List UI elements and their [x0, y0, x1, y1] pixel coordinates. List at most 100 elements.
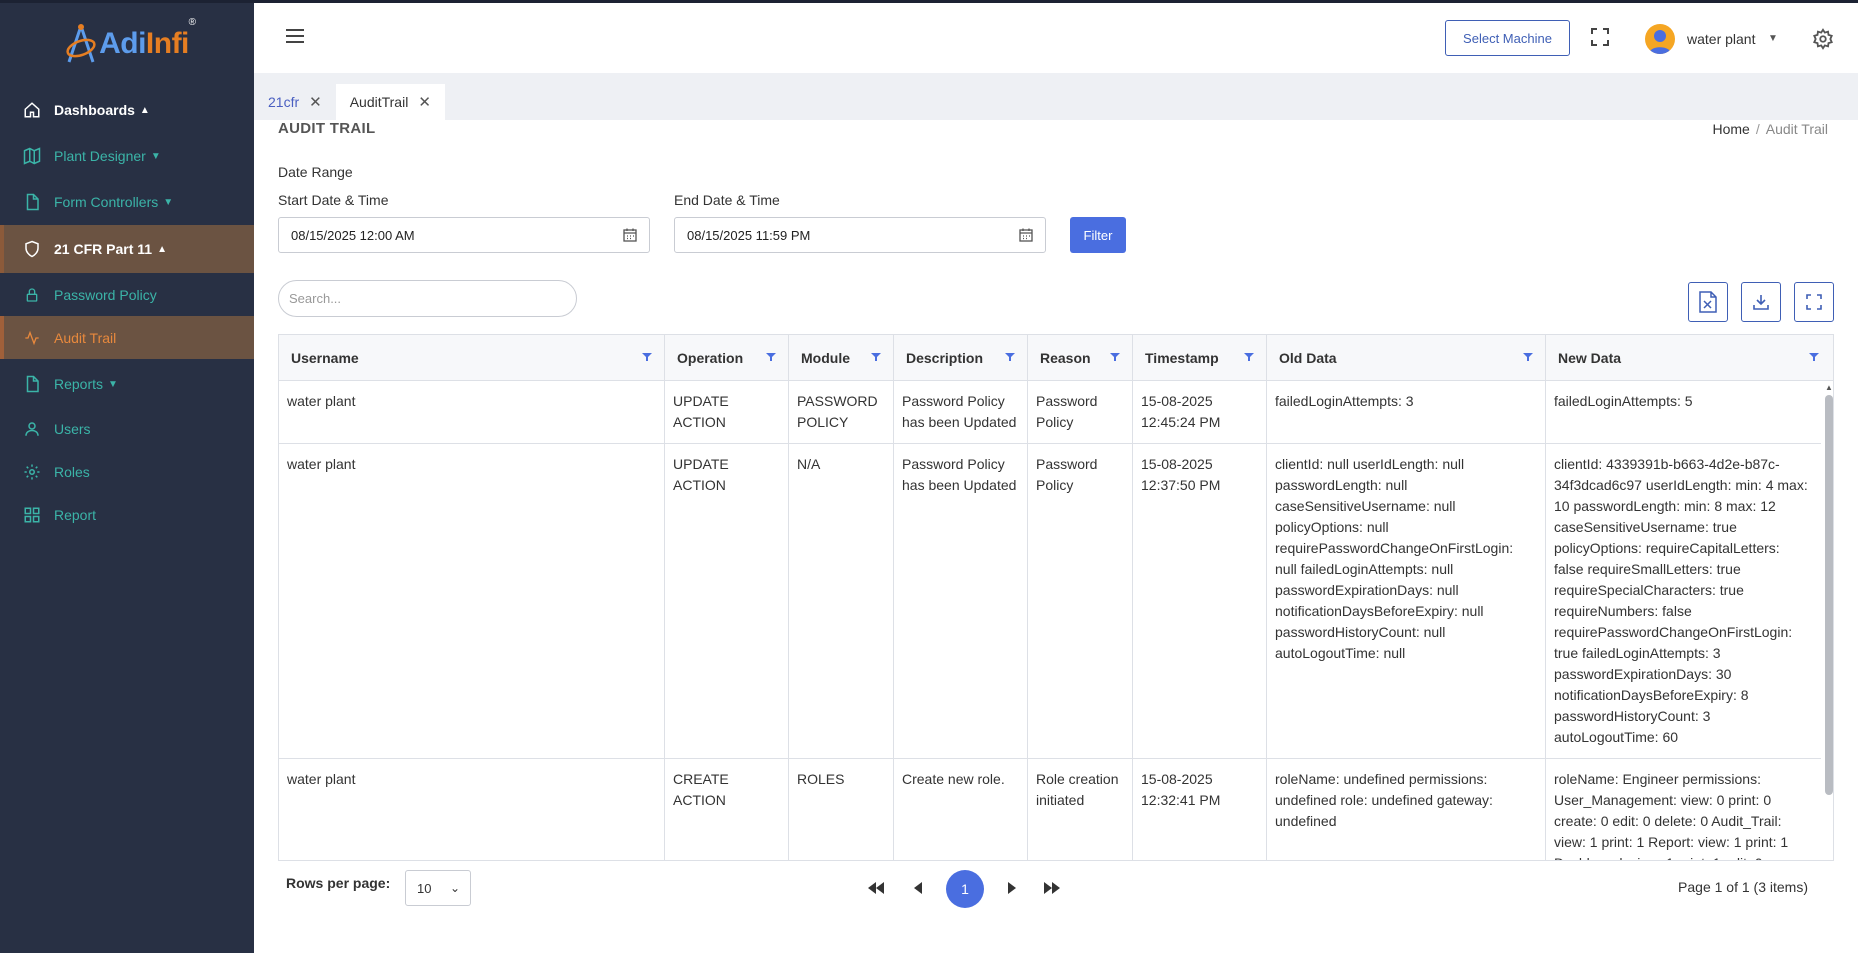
download-button[interactable] — [1741, 282, 1781, 322]
sidebar-item-form-controllers[interactable]: Form Controllers ▼ — [0, 179, 254, 225]
prev-page-button[interactable] — [903, 873, 933, 903]
table-header: Username Operation Module Description Re… — [279, 335, 1833, 381]
search-input[interactable] — [278, 280, 577, 317]
close-icon[interactable]: ✕ — [418, 93, 431, 111]
filter-icon[interactable] — [1005, 353, 1015, 361]
column-header-username[interactable]: Username — [279, 335, 665, 381]
cell-module: PASSWORD POLICY — [789, 381, 894, 443]
tab-bar: 21cfr ✕ AuditTrail ✕ — [254, 84, 445, 120]
date-range-label: Date Range — [278, 164, 353, 180]
lock-icon — [22, 285, 42, 305]
cell-old-data: failedLoginAttempts: 3 — [1267, 381, 1546, 443]
fullscreen-icon[interactable] — [1590, 27, 1610, 47]
cell-reason: Password Policy — [1028, 444, 1133, 758]
sidebar-item-roles[interactable]: Roles — [0, 450, 254, 493]
breadcrumb-current: Audit Trail — [1765, 121, 1828, 137]
chevron-up-icon: ▲ — [157, 243, 167, 255]
page-number-current[interactable]: 1 — [946, 870, 984, 908]
column-header-old-data[interactable]: Old Data — [1267, 335, 1546, 381]
cell-timestamp: 15-08-2025 12:37:50 PM — [1133, 444, 1267, 758]
filter-icon[interactable] — [1523, 353, 1533, 361]
sidebar-item-password-policy[interactable]: Password Policy — [0, 273, 254, 316]
calendar-icon[interactable] — [623, 228, 637, 242]
start-date-label: Start Date & Time — [278, 192, 389, 208]
scroll-up-icon[interactable]: ▲ — [1825, 383, 1833, 392]
rows-per-page-label: Rows per page: — [286, 875, 391, 891]
filter-icon[interactable] — [1809, 353, 1819, 361]
cell-reason: Password Policy — [1028, 381, 1133, 443]
first-page-button[interactable] — [861, 873, 891, 903]
cell-username: water plant — [279, 381, 665, 443]
export-excel-button[interactable] — [1688, 282, 1728, 322]
double-chevron-right-icon — [1044, 882, 1060, 894]
sidebar-item-dashboards[interactable]: Dashboards ▲ — [0, 87, 254, 133]
tab-audittrail[interactable]: AuditTrail ✕ — [335, 84, 445, 120]
filter-icon[interactable] — [1110, 353, 1120, 361]
cell-module: N/A — [789, 444, 894, 758]
cell-operation: UPDATE ACTION — [665, 381, 789, 443]
column-header-new-data[interactable]: New Data — [1546, 335, 1831, 381]
avatar[interactable] — [1645, 24, 1675, 54]
column-header-operation[interactable]: Operation — [665, 335, 789, 381]
calendar-icon[interactable] — [1019, 228, 1033, 242]
app-logo[interactable]: AdiInfi ® — [0, 3, 254, 85]
settings-gear-icon[interactable] — [1812, 28, 1834, 50]
close-icon[interactable]: ✕ — [309, 93, 322, 111]
sidebar-item-plant-designer[interactable]: Plant Designer ▼ — [0, 133, 254, 179]
map-icon — [22, 146, 42, 166]
sidebar-item-audit-trail[interactable]: Audit Trail — [0, 316, 254, 359]
select-machine-button[interactable]: Select Machine — [1445, 20, 1570, 56]
excel-file-icon — [1699, 291, 1717, 313]
registered-mark: ® — [188, 17, 196, 28]
column-header-timestamp[interactable]: Timestamp — [1133, 335, 1267, 381]
column-header-description[interactable]: Description — [894, 335, 1028, 381]
filter-icon[interactable] — [766, 353, 776, 361]
user-icon — [22, 419, 42, 439]
document-icon — [22, 374, 42, 394]
audit-table: Username Operation Module Description Re… — [278, 334, 1834, 861]
rows-per-page-select[interactable]: 10 ⌄ — [405, 870, 471, 906]
filter-icon[interactable] — [642, 353, 652, 361]
sidebar-item-21-cfr-part-11[interactable]: 21 CFR Part 11 ▲ — [0, 225, 254, 273]
logo-text: AdiInfi — [99, 27, 189, 60]
menu-toggle-icon[interactable] — [286, 29, 304, 43]
chevron-down-icon: ⌄ — [449, 881, 460, 895]
chevron-down-icon: ▼ — [163, 196, 174, 208]
cell-operation: UPDATE ACTION — [665, 444, 789, 758]
table-body: water plant UPDATE ACTION PASSWORD POLIC… — [279, 381, 1821, 860]
filter-button[interactable]: Filter — [1070, 217, 1126, 253]
breadcrumb-home[interactable]: Home — [1713, 121, 1750, 137]
end-date-input[interactable]: 08/15/2025 11:59 PM — [674, 217, 1046, 253]
user-name[interactable]: water plant — [1687, 31, 1755, 47]
cell-old-data: clientId: null userIdLength: null passwo… — [1267, 444, 1546, 758]
top-header: Select Machine water plant ▼ — [254, 0, 1858, 73]
column-header-reason[interactable]: Reason — [1028, 335, 1133, 381]
last-page-button[interactable] — [1037, 873, 1067, 903]
chevron-down-icon[interactable]: ▼ — [1768, 33, 1778, 44]
sidebar-item-reports[interactable]: Reports ▼ — [0, 361, 254, 407]
breadcrumb: Home / Audit Trail — [1712, 121, 1829, 137]
tab-21cfr[interactable]: 21cfr ✕ — [254, 84, 336, 120]
scrollbar-thumb[interactable] — [1825, 395, 1833, 795]
cell-old-data: roleName: undefined permissions: undefin… — [1267, 759, 1546, 860]
column-header-module[interactable]: Module — [789, 335, 894, 381]
activity-icon — [22, 328, 42, 348]
next-page-button[interactable] — [997, 873, 1027, 903]
sidebar: AdiInfi ® Dashboards ▲ Plant Designer ▼ … — [0, 0, 254, 953]
shield-icon — [22, 239, 42, 259]
sidebar-item-users[interactable]: Users — [0, 407, 254, 450]
cell-description: Password Policy has been Updated — [894, 444, 1028, 758]
filter-icon[interactable] — [871, 353, 881, 361]
table-row[interactable]: water plant UPDATE ACTION N/A Password P… — [279, 444, 1821, 759]
cell-username: water plant — [279, 759, 665, 860]
table-row[interactable]: water plant UPDATE ACTION PASSWORD POLIC… — [279, 381, 1821, 444]
logo-icon — [66, 24, 96, 63]
cell-description: Password Policy has been Updated — [894, 381, 1028, 443]
sidebar-item-report[interactable]: Report — [0, 493, 254, 536]
filter-icon[interactable] — [1244, 353, 1254, 361]
pagination: Rows per page: 10 ⌄ 1 Page 1 of 1 (3 ite… — [278, 861, 1820, 916]
start-date-input[interactable]: 08/15/2025 12:00 AM — [278, 217, 650, 253]
table-row[interactable]: water plant CREATE ACTION ROLES Create n… — [279, 759, 1821, 860]
table-fullscreen-button[interactable] — [1794, 282, 1834, 322]
table-scrollbar[interactable]: ▲ — [1824, 381, 1833, 860]
